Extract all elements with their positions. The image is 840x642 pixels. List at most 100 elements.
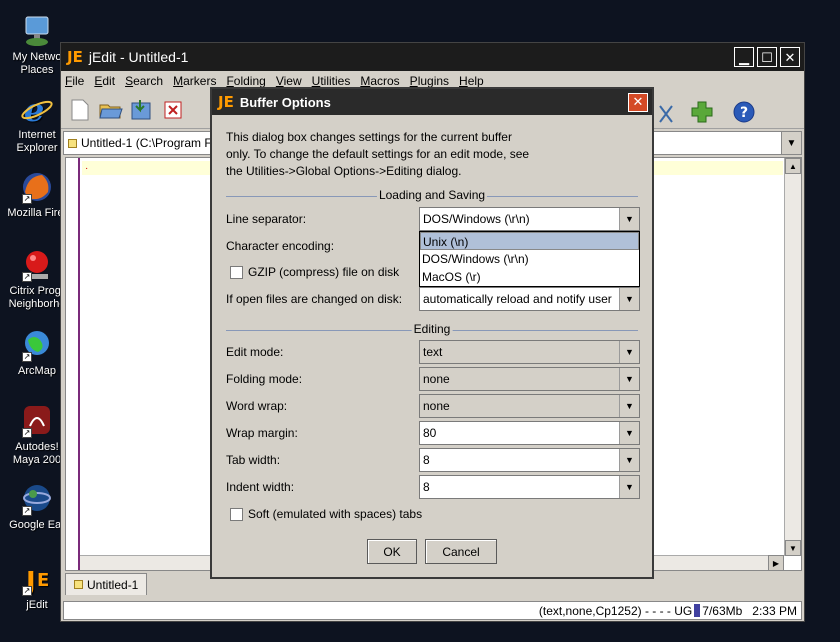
buffer-status-icon	[68, 138, 77, 148]
chevron-down-icon[interactable]: ▼	[619, 208, 639, 230]
menu-file[interactable]: File	[65, 74, 84, 88]
memory-status: 7/63Mb	[702, 603, 743, 618]
chevron-down-icon[interactable]: ▼	[781, 132, 801, 154]
scroll-right-icon[interactable]: ▶	[768, 555, 784, 571]
menu-edit[interactable]: Edit	[94, 74, 115, 88]
arcmap-icon: ↗	[20, 328, 54, 362]
google-earth-icon: ↗	[20, 482, 54, 516]
indent-width-combo[interactable]: 8 ▼	[419, 475, 640, 499]
open-changed-select[interactable]: automatically reload and notify user ▼	[419, 287, 640, 311]
chevron-down-icon[interactable]: ▼	[619, 449, 639, 471]
folding-mode-row: Folding mode: none ▼	[226, 367, 640, 391]
line-separator-option[interactable]: DOS/Windows (\r\n)	[420, 250, 639, 268]
jedit-logo-icon: JE	[67, 48, 83, 66]
indent-width-label: Indent width:	[226, 480, 295, 494]
ok-button[interactable]: OK	[367, 539, 417, 564]
folding-mode-select[interactable]: none ▼	[419, 367, 640, 391]
clock: 2:33 PM	[752, 603, 797, 618]
citrix-icon: ↗	[20, 248, 54, 282]
folding-mode-label: Folding mode:	[226, 372, 303, 386]
shortcut-arrow-icon: ↗	[22, 428, 32, 438]
section-title: Editing	[411, 322, 453, 336]
chevron-down-icon[interactable]: ▼	[619, 422, 639, 444]
gutter	[66, 158, 80, 570]
new-file-icon[interactable]	[67, 97, 93, 123]
svg-text:?: ?	[740, 105, 748, 121]
menu-help[interactable]: Help	[459, 74, 484, 88]
buffer-status-icon	[74, 580, 83, 589]
word-wrap-row: Word wrap: none ▼	[226, 394, 640, 418]
menu-view[interactable]: View	[276, 74, 302, 88]
jedit-logo-icon: JE	[218, 93, 234, 111]
save-file-icon[interactable]	[129, 97, 155, 123]
maximize-button[interactable]: ☐	[757, 47, 777, 67]
indent-width-row: Indent width: 8 ▼	[226, 475, 640, 499]
edit-mode-label: Edit mode:	[226, 345, 284, 359]
scroll-down-icon[interactable]: ▼	[785, 540, 801, 556]
intro-line: the Utilities->Global Options->Editing d…	[226, 164, 462, 178]
chevron-down-icon[interactable]: ▼	[619, 341, 639, 363]
window-titlebar[interactable]: JE jEdit - Untitled-1 ▁ ☐ ✕	[61, 43, 804, 71]
shortcut-arrow-icon: ↗	[22, 586, 32, 596]
edit-mode-select[interactable]: text ▼	[419, 340, 640, 364]
gzip-checkbox[interactable]	[230, 265, 243, 279]
caret: ·	[85, 163, 89, 174]
menu-folding[interactable]: Folding	[226, 74, 265, 88]
buffer-tabs: Untitled-1	[65, 573, 148, 595]
edit-mode-row: Edit mode: text ▼	[226, 340, 640, 364]
chevron-down-icon[interactable]: ▼	[619, 368, 639, 390]
status-bar: (text,none,Cp1252) - - - - UG 7/63Mb 2:3…	[63, 601, 802, 620]
help-icon[interactable]: ?	[731, 99, 757, 125]
gzip-label: GZIP (compress) file on disk	[248, 265, 400, 279]
line-separator-option[interactable]: MacOS (\r)	[420, 268, 639, 286]
tab-untitled-1[interactable]: Untitled-1	[65, 573, 148, 595]
dialog-intro: This dialog box changes settings for the…	[226, 129, 636, 180]
chevron-down-icon[interactable]: ▼	[619, 395, 639, 417]
scroll-up-icon[interactable]: ▲	[785, 158, 801, 174]
open-changed-label: If open files are changed on disk:	[226, 292, 403, 306]
memory-gauge	[694, 604, 701, 617]
close-window-button[interactable]: ✕	[780, 47, 800, 67]
intro-line: only. To change the default settings for…	[226, 147, 530, 161]
status-text: (text,none,Cp1252) - - - - UG	[538, 603, 693, 618]
word-wrap-select[interactable]: none ▼	[419, 394, 640, 418]
network-places-icon	[20, 14, 54, 48]
vertical-scrollbar[interactable]: ▲ ▼	[784, 158, 801, 556]
menu-search[interactable]: Search	[125, 74, 163, 88]
tab-width-combo[interactable]: 8 ▼	[419, 448, 640, 472]
line-separator-select[interactable]: DOS/Windows (\r\n) ▼	[419, 207, 640, 231]
chevron-down-icon[interactable]: ▼	[619, 476, 639, 498]
cancel-button[interactable]: Cancel	[425, 539, 497, 564]
close-dialog-button[interactable]: ✕	[628, 92, 648, 112]
dialog-buttons: OK Cancel	[212, 539, 652, 564]
section-loading-saving: Loading and Saving	[226, 188, 638, 203]
plugin-manager-icon[interactable]	[689, 99, 715, 125]
wrap-margin-label: Wrap margin:	[226, 426, 298, 440]
shortcut-arrow-icon: ↗	[22, 352, 32, 362]
close-file-icon[interactable]	[160, 97, 186, 123]
soft-tabs-label: Soft (emulated with spaces) tabs	[248, 507, 423, 521]
wrap-margin-combo[interactable]: 80 ▼	[419, 421, 640, 445]
svg-text:E: E	[37, 570, 49, 591]
cut-icon[interactable]	[653, 101, 679, 127]
open-file-icon[interactable]	[98, 97, 124, 123]
line-separator-label: Line separator:	[226, 212, 307, 226]
chevron-down-icon[interactable]: ▼	[619, 288, 639, 310]
menu-macros[interactable]: Macros	[360, 74, 399, 88]
soft-tabs-checkbox-row[interactable]: Soft (emulated with spaces) tabs	[230, 507, 422, 521]
menu-markers[interactable]: Markers	[173, 74, 216, 88]
menu-utilities[interactable]: Utilities	[312, 74, 351, 88]
menu-plugins[interactable]: Plugins	[410, 74, 449, 88]
char-encoding-label: Character encoding:	[226, 239, 335, 253]
soft-tabs-checkbox[interactable]	[230, 507, 243, 521]
internet-explorer-icon: e	[20, 91, 54, 129]
buffer-options-dialog: JE Buffer Options ✕ This dialog box chan…	[210, 87, 654, 579]
gzip-checkbox-row[interactable]: GZIP (compress) file on disk	[230, 265, 399, 279]
line-separator-option[interactable]: Unix (\n)	[420, 232, 639, 250]
minimize-button[interactable]: ▁	[734, 47, 754, 67]
maya-icon: ↗	[20, 404, 54, 438]
buffer-path: Untitled-1 (C:\Program F	[81, 136, 212, 150]
word-wrap-label: Word wrap:	[226, 399, 288, 413]
wrap-margin-row: Wrap margin: 80 ▼	[226, 421, 640, 445]
dialog-titlebar[interactable]: JE Buffer Options ✕	[212, 89, 652, 115]
